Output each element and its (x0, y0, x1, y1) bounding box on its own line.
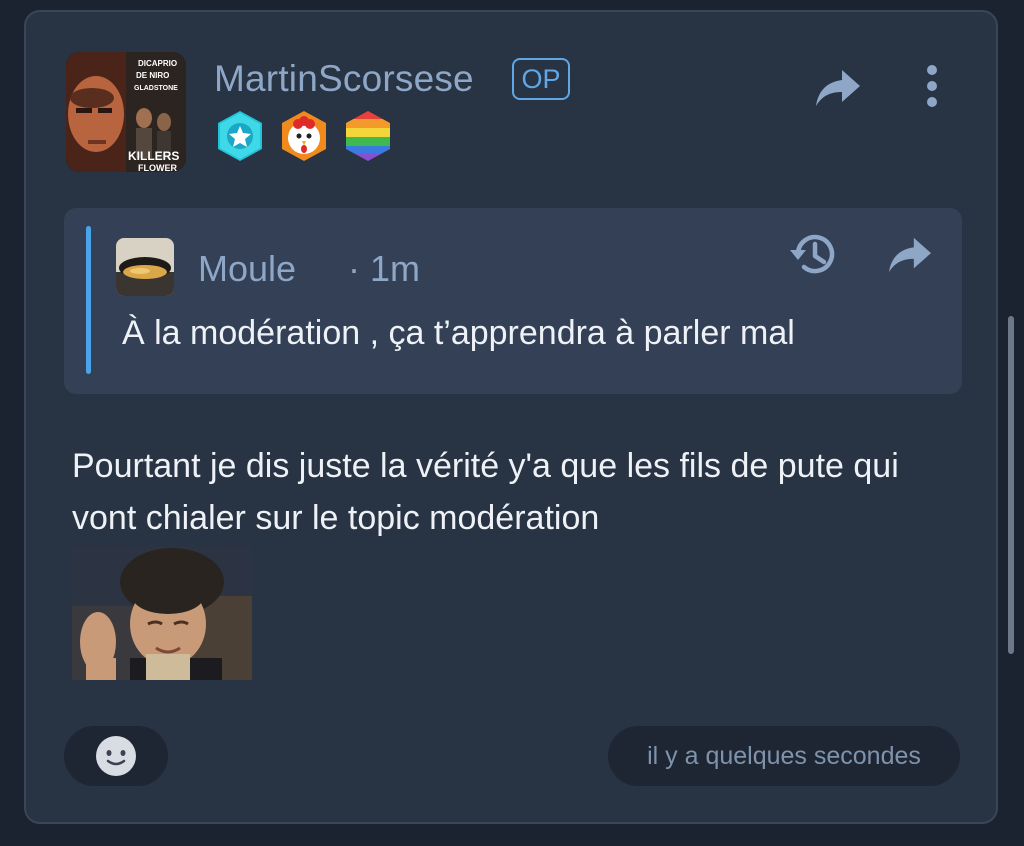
quote-author-name[interactable]: Moule (198, 248, 296, 290)
rainbow-badge-icon[interactable] (342, 110, 394, 162)
quoted-message: Moule · 1m À la modération , ça t’appren… (64, 208, 962, 394)
quote-share-icon[interactable] (886, 234, 934, 276)
movie-poster-avatar-image: DICAPRIO DE NIRO GLADSTONE KILLERS FLOWE… (66, 52, 186, 172)
quote-text: À la modération , ça t’apprendra à parle… (122, 314, 795, 352)
quote-time: · 1m (348, 248, 420, 289)
poster-name-1: DICAPRIO (138, 59, 177, 68)
history-icon[interactable] (788, 228, 840, 280)
share-icon[interactable] (814, 66, 862, 110)
post-card: DICAPRIO DE NIRO GLADSTONE KILLERS FLOWE… (24, 10, 998, 824)
user-avatar[interactable]: DICAPRIO DE NIRO GLADSTONE KILLERS FLOWE… (66, 52, 186, 172)
post-timestamp: il y a quelques secondes (608, 726, 960, 786)
user-badges (214, 110, 394, 162)
add-reaction-button[interactable] (64, 726, 168, 786)
poster-title-2: FLOWER (138, 163, 177, 172)
smiley-icon (96, 736, 136, 776)
message-body: Pourtant je dis juste la vérité y'a que … (72, 447, 899, 537)
star-badge-icon[interactable] (214, 110, 266, 162)
chicken-badge-icon[interactable] (278, 110, 330, 162)
mussel-avatar-image (116, 238, 174, 296)
scrollbar[interactable] (1008, 316, 1014, 654)
poster-name-2: DE NIRO (136, 71, 169, 80)
poster-name-3: GLADSTONE (134, 85, 178, 92)
poster-title-1: KILLERS (128, 149, 179, 163)
quote-author-avatar[interactable] (116, 238, 174, 296)
reaction-gif[interactable] (72, 546, 252, 680)
more-options-icon[interactable] (914, 62, 950, 110)
op-badge: OP (512, 58, 570, 100)
username[interactable]: MartinScorsese (214, 58, 474, 100)
reaction-gif-image (72, 546, 252, 680)
quote-bar (86, 226, 91, 374)
